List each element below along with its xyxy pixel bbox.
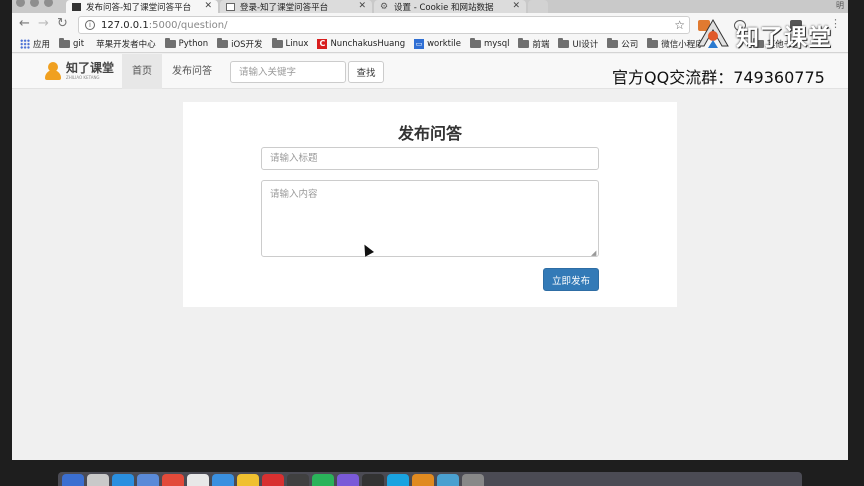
search-button[interactable]: 查找 (348, 61, 384, 83)
bookmark-git[interactable]: git (59, 38, 85, 49)
form-heading: 发布问答 (397, 124, 462, 143)
site-logo[interactable]: 知了课堂 ZHILIAO KETANG (44, 62, 114, 80)
apps-grid-icon (20, 39, 30, 49)
bookmark-ios[interactable]: iOS开发 (217, 38, 263, 50)
bookmark-python[interactable]: Python (164, 38, 209, 49)
watermark-text: 知了课堂 (736, 25, 832, 51)
nav-home[interactable]: 首页 (122, 54, 162, 89)
gear-icon: ⚙ (380, 1, 389, 12)
profile-name[interactable]: 明 (836, 0, 844, 11)
folder-icon (647, 38, 659, 48)
tab-strip: 发布问答-知了课堂问答平台 ✕ 登录-知了课堂问答平台 ✕ ⚙ 设置 - Coo… (12, 0, 848, 13)
nav-publish-question[interactable]: 发布问答 (162, 54, 222, 89)
bookmark-label: 应用 (33, 40, 51, 50)
chrome-icon[interactable] (162, 474, 184, 486)
url-host: 127.0.0.1 (101, 19, 149, 31)
bookmark-label: UI设计 (572, 40, 599, 50)
tab-login[interactable]: 登录-知了课堂问答平台 ✕ (220, 0, 372, 13)
forward-arrow-icon[interactable]: → (38, 16, 49, 32)
logo-subtext: ZHILIAO KETANG (66, 75, 100, 80)
close-window-dot[interactable] (16, 0, 25, 7)
terminal-icon[interactable] (287, 474, 309, 486)
close-tab-icon[interactable]: ✕ (358, 0, 366, 12)
zoom-window-dot[interactable] (44, 0, 53, 7)
bookmark-worktile[interactable]: ▭ worktile (414, 39, 461, 49)
safari-icon[interactable] (112, 474, 134, 486)
trash-icon[interactable] (462, 474, 484, 486)
bookmark-label: mysql (483, 39, 510, 49)
bookmark-label: 前端 (532, 40, 550, 50)
bookmark-label: Linux (285, 39, 309, 49)
bookmark-apps[interactable]: 应用 (20, 38, 50, 50)
reload-icon[interactable]: ↻ (57, 16, 68, 32)
bookmark-label: 苹果开发者中心 (96, 40, 156, 50)
back-arrow-icon[interactable]: ← (19, 16, 30, 32)
bookmark-mysql[interactable]: mysql (469, 38, 510, 49)
bookmark-star-icon[interactable]: ☆ (674, 18, 685, 32)
address-bar[interactable]: i 127.0.0.1:5000/question/ ☆ (78, 16, 690, 34)
folder-icon (271, 38, 283, 48)
tab-title: 发布问答-知了课堂问答平台 (86, 2, 192, 13)
resize-grip-icon[interactable]: ◢ (591, 249, 596, 257)
folder-icon (59, 38, 71, 48)
mail-icon[interactable] (137, 474, 159, 486)
appstore-icon[interactable] (212, 474, 234, 486)
bookmark-linux[interactable]: Linux (271, 38, 309, 49)
document-icon (226, 2, 235, 11)
bookmark-company[interactable]: 公司 (607, 38, 638, 50)
close-tab-icon[interactable]: ✕ (512, 0, 520, 12)
launchpad-icon[interactable] (87, 474, 109, 486)
info-icon[interactable]: i (85, 20, 95, 30)
app-icon[interactable] (437, 474, 459, 486)
cicada-logo-icon (44, 62, 62, 80)
macos-dock (58, 472, 802, 486)
bookmark-label: NunchakusHuang (330, 39, 406, 49)
submit-button[interactable]: 立即发布 (543, 268, 599, 291)
app-icon[interactable] (387, 474, 409, 486)
tab-title: 设置 - Cookie 和网站数据 (394, 2, 494, 13)
red-c-icon: C (317, 39, 328, 49)
folder-icon (607, 38, 619, 48)
app-icon[interactable] (412, 474, 434, 486)
folder-icon (558, 38, 570, 48)
bookmark-label: 公司 (621, 40, 639, 50)
folder-icon (469, 38, 481, 48)
qq-group-text: 官方QQ交流群：749360775 (612, 68, 825, 87)
cicada-watermark-icon (697, 18, 729, 48)
page-viewport: 知了课堂 ZHILIAO KETANG 首页 发布问答 查找 发布问答 ◢ 立即… (12, 54, 848, 460)
bookmark-nunchakus[interactable]: C NunchakusHuang (317, 39, 405, 49)
bookmark-apple-dev[interactable]: 苹果开发者中心 (93, 38, 156, 50)
bookmark-frontend[interactable]: 前端 (518, 38, 549, 50)
url-path: :5000/question/ (148, 19, 228, 31)
bookmark-label: worktile (427, 39, 461, 49)
tab-question[interactable]: 发布问答-知了课堂问答平台 ✕ (66, 0, 218, 13)
folder-icon (217, 38, 229, 48)
bookmark-label: Python (178, 39, 209, 49)
finder-icon[interactable] (62, 474, 84, 486)
calendar-icon[interactable] (187, 474, 209, 486)
logo-text: 知了课堂 (66, 61, 115, 75)
app-icon[interactable] (362, 474, 384, 486)
tab-settings[interactable]: ⚙ 设置 - Cookie 和网站数据 ✕ (374, 0, 526, 13)
app-icon[interactable] (337, 474, 359, 486)
folder-icon (518, 38, 530, 48)
title-input[interactable] (261, 147, 599, 170)
close-tab-icon[interactable]: ✕ (204, 0, 212, 12)
bookmark-label: git (73, 39, 85, 49)
notes-icon[interactable] (237, 474, 259, 486)
content-textarea[interactable] (261, 180, 599, 257)
app-icon[interactable] (262, 474, 284, 486)
wechat-icon[interactable] (312, 474, 334, 486)
new-tab-button[interactable] (528, 0, 548, 13)
question-form-card: 发布问答 ◢ 立即发布 (183, 102, 677, 307)
page-icon (72, 2, 81, 11)
tab-title: 登录-知了课堂问答平台 (240, 2, 329, 13)
bookmark-ui[interactable]: UI设计 (558, 38, 598, 50)
minimize-window-dot[interactable] (30, 0, 39, 7)
search-input[interactable] (230, 61, 346, 83)
bookmark-label: iOS开发 (231, 40, 263, 50)
worktile-icon: ▭ (414, 39, 425, 49)
watermark-brand: 知了课堂 (694, 16, 832, 54)
folder-icon (164, 38, 176, 48)
